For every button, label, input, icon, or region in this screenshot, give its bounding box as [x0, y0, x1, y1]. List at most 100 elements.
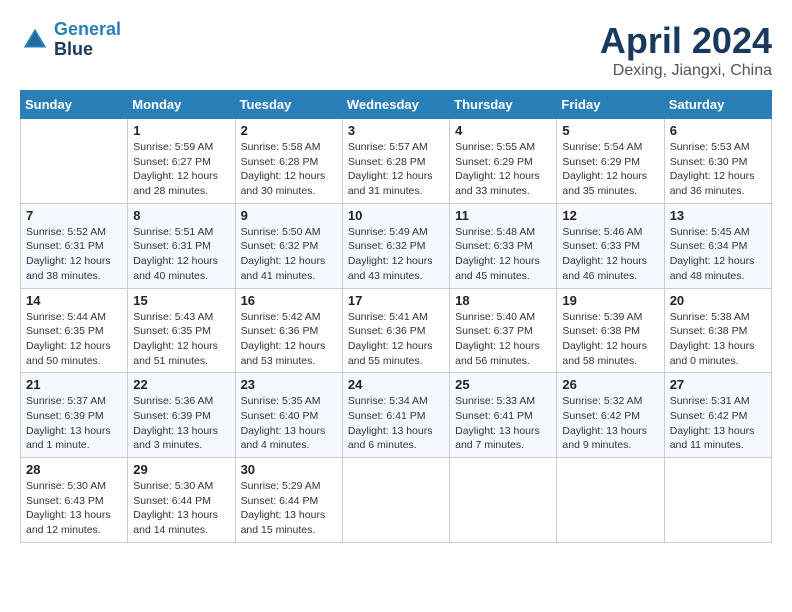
table-row: 17 Sunrise: 5:41 AM Sunset: 6:36 PM Dayli… — [342, 288, 449, 373]
table-row: 21Sunrise: 5:37 AM Sunset: 6:39 PM Dayli… — [21, 373, 128, 458]
day-number: 28 — [26, 462, 122, 477]
day-info: Sunrise: 5:34 AM Sunset: 6:41 PM Dayligh… — [348, 394, 444, 453]
header-friday: Friday — [557, 91, 664, 119]
day-info: Sunrise: 5:58 AM Sunset: 6:28 PM Dayligh… — [241, 140, 337, 199]
day-number: 27 — [670, 377, 766, 392]
table-row: 16 Sunrise: 5:42 AM Sunset: 6:36 PM Dayli… — [235, 288, 342, 373]
table-row: 20Sunrise: 5:38 AM Sunset: 6:38 PM Dayli… — [664, 288, 771, 373]
day-info: Sunrise: 5:52 AM Sunset: 6:31 PM Dayligh… — [26, 225, 122, 284]
day-number: 9 — [241, 208, 337, 223]
page-header: GeneralBlue April 2024 Dexing, Jiangxi, … — [20, 20, 772, 80]
day-info: Sunrise: 5:43 AM Sunset: 6:35 PM Dayligh… — [133, 310, 229, 369]
calendar-week-1: 1 Sunrise: 5:59 AM Sunset: 6:27 PM Daylig… — [21, 119, 772, 204]
day-number: 22 — [133, 377, 229, 392]
header-tuesday: Tuesday — [235, 91, 342, 119]
day-number: 25 — [455, 377, 551, 392]
table-row: 1 Sunrise: 5:59 AM Sunset: 6:27 PM Daylig… — [128, 119, 235, 204]
table-row: 5 Sunrise: 5:54 AM Sunset: 6:29 PM Daylig… — [557, 119, 664, 204]
table-row: 13Sunrise: 5:45 AM Sunset: 6:34 PM Dayli… — [664, 203, 771, 288]
table-row: 9 Sunrise: 5:50 AM Sunset: 6:32 PM Daylig… — [235, 203, 342, 288]
table-row: 28 Sunrise: 5:30 AM Sunset: 6:43 PM Dayli… — [21, 458, 128, 543]
day-number: 18 — [455, 293, 551, 308]
table-row: 30 Sunrise: 5:29 AM Sunset: 6:44 PM Dayli… — [235, 458, 342, 543]
day-number: 3 — [348, 123, 444, 138]
table-row: 7 Sunrise: 5:52 AM Sunset: 6:31 PM Daylig… — [21, 203, 128, 288]
table-row: 25 Sunrise: 5:33 AM Sunset: 6:41 PM Dayli… — [450, 373, 557, 458]
calendar-header-row: Sunday Monday Tuesday Wednesday Thursday… — [21, 91, 772, 119]
table-row — [342, 458, 449, 543]
day-number: 5 — [562, 123, 658, 138]
table-row: 10Sunrise: 5:49 AM Sunset: 6:32 PM Dayli… — [342, 203, 449, 288]
day-number: 8 — [133, 208, 229, 223]
day-number: 23 — [241, 377, 337, 392]
table-row: 23 Sunrise: 5:35 AM Sunset: 6:40 PM Dayli… — [235, 373, 342, 458]
table-row: 4Sunrise: 5:55 AM Sunset: 6:29 PM Daylig… — [450, 119, 557, 204]
header-wednesday: Wednesday — [342, 91, 449, 119]
table-row: 27 Sunrise: 5:31 AM Sunset: 6:42 PM Dayli… — [664, 373, 771, 458]
day-info: Sunrise: 5:35 AM Sunset: 6:40 PM Dayligh… — [241, 394, 337, 453]
day-info: Sunrise: 5:53 AM Sunset: 6:30 PM Dayligh… — [670, 140, 766, 199]
table-row: 6 Sunrise: 5:53 AM Sunset: 6:30 PM Daylig… — [664, 119, 771, 204]
day-number: 15 — [133, 293, 229, 308]
table-row — [450, 458, 557, 543]
table-row: 22Sunrise: 5:36 AM Sunset: 6:39 PM Dayli… — [128, 373, 235, 458]
table-row: 14 Sunrise: 5:44 AM Sunset: 6:35 PM Dayli… — [21, 288, 128, 373]
day-info: Sunrise: 5:30 AM Sunset: 6:43 PM Dayligh… — [26, 479, 122, 538]
header-saturday: Saturday — [664, 91, 771, 119]
day-info: Sunrise: 5:31 AM Sunset: 6:42 PM Dayligh… — [670, 394, 766, 453]
calendar-week-4: 21Sunrise: 5:37 AM Sunset: 6:39 PM Dayli… — [21, 373, 772, 458]
day-info: Sunrise: 5:44 AM Sunset: 6:35 PM Dayligh… — [26, 310, 122, 369]
table-row: 24 Sunrise: 5:34 AM Sunset: 6:41 PM Dayli… — [342, 373, 449, 458]
day-info: Sunrise: 5:39 AM Sunset: 6:38 PM Dayligh… — [562, 310, 658, 369]
header-monday: Monday — [128, 91, 235, 119]
table-row: 18 Sunrise: 5:40 AM Sunset: 6:37 PM Dayli… — [450, 288, 557, 373]
table-row: 2 Sunrise: 5:58 AM Sunset: 6:28 PM Daylig… — [235, 119, 342, 204]
calendar-week-3: 14 Sunrise: 5:44 AM Sunset: 6:35 PM Dayli… — [21, 288, 772, 373]
day-number: 21 — [26, 377, 122, 392]
day-number: 1 — [133, 123, 229, 138]
table-row: 11Sunrise: 5:48 AM Sunset: 6:33 PM Dayli… — [450, 203, 557, 288]
table-row: 29Sunrise: 5:30 AM Sunset: 6:44 PM Dayli… — [128, 458, 235, 543]
day-number: 16 — [241, 293, 337, 308]
day-number: 29 — [133, 462, 229, 477]
day-info: Sunrise: 5:40 AM Sunset: 6:37 PM Dayligh… — [455, 310, 551, 369]
day-number: 14 — [26, 293, 122, 308]
app-logo: GeneralBlue — [20, 20, 121, 60]
table-row: 19 Sunrise: 5:39 AM Sunset: 6:38 PM Dayli… — [557, 288, 664, 373]
month-year-title: April 2024 — [600, 20, 772, 62]
table-row: 8 Sunrise: 5:51 AM Sunset: 6:31 PM Daylig… — [128, 203, 235, 288]
table-row: 26Sunrise: 5:32 AM Sunset: 6:42 PM Dayli… — [557, 373, 664, 458]
header-sunday: Sunday — [21, 91, 128, 119]
day-info: Sunrise: 5:50 AM Sunset: 6:32 PM Dayligh… — [241, 225, 337, 284]
day-number: 10 — [348, 208, 444, 223]
table-row: 3 Sunrise: 5:57 AM Sunset: 6:28 PM Daylig… — [342, 119, 449, 204]
day-number: 30 — [241, 462, 337, 477]
day-number: 13 — [670, 208, 766, 223]
table-row: 12Sunrise: 5:46 AM Sunset: 6:33 PM Dayli… — [557, 203, 664, 288]
day-info: Sunrise: 5:51 AM Sunset: 6:31 PM Dayligh… — [133, 225, 229, 284]
day-info: Sunrise: 5:33 AM Sunset: 6:41 PM Dayligh… — [455, 394, 551, 453]
day-info: Sunrise: 5:55 AM Sunset: 6:29 PM Dayligh… — [455, 140, 551, 199]
day-number: 2 — [241, 123, 337, 138]
day-number: 7 — [26, 208, 122, 223]
table-row — [21, 119, 128, 204]
table-row: 15 Sunrise: 5:43 AM Sunset: 6:35 PM Dayli… — [128, 288, 235, 373]
logo-icon — [20, 25, 50, 55]
day-number: 24 — [348, 377, 444, 392]
day-number: 6 — [670, 123, 766, 138]
day-info: Sunrise: 5:29 AM Sunset: 6:44 PM Dayligh… — [241, 479, 337, 538]
calendar-week-5: 28 Sunrise: 5:30 AM Sunset: 6:43 PM Dayli… — [21, 458, 772, 543]
table-row — [664, 458, 771, 543]
day-info: Sunrise: 5:59 AM Sunset: 6:27 PM Dayligh… — [133, 140, 229, 199]
day-info: Sunrise: 5:54 AM Sunset: 6:29 PM Dayligh… — [562, 140, 658, 199]
logo-text: GeneralBlue — [54, 20, 121, 60]
calendar-title-area: April 2024 Dexing, Jiangxi, China — [600, 20, 772, 80]
day-number: 12 — [562, 208, 658, 223]
day-number: 17 — [348, 293, 444, 308]
day-info: Sunrise: 5:42 AM Sunset: 6:36 PM Dayligh… — [241, 310, 337, 369]
day-number: 19 — [562, 293, 658, 308]
calendar-week-2: 7 Sunrise: 5:52 AM Sunset: 6:31 PM Daylig… — [21, 203, 772, 288]
day-info: Sunrise: 5:41 AM Sunset: 6:36 PM Dayligh… — [348, 310, 444, 369]
day-info: Sunrise: 5:57 AM Sunset: 6:28 PM Dayligh… — [348, 140, 444, 199]
location-subtitle: Dexing, Jiangxi, China — [600, 62, 772, 80]
